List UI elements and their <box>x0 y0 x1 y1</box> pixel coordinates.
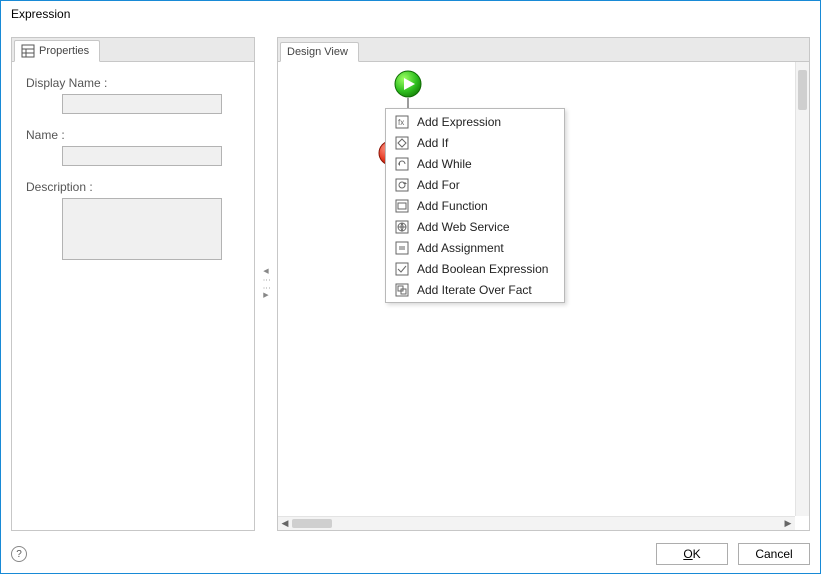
while-icon <box>394 156 409 171</box>
scroll-right-icon[interactable]: ▶ <box>783 519 793 529</box>
window-title: Expression <box>11 7 70 21</box>
menu-item-add-assignment[interactable]: Add Assignment <box>386 237 564 258</box>
vertical-scrollbar[interactable] <box>795 62 809 516</box>
menu-item-label: Add Assignment <box>417 241 504 255</box>
menu-item-label: Add If <box>417 136 448 150</box>
svg-text:fx: fx <box>398 118 404 127</box>
menu-item-add-function[interactable]: Add Function <box>386 195 564 216</box>
horizontal-scroll-thumb[interactable] <box>292 519 332 528</box>
menu-item-add-for[interactable]: Add For <box>386 174 564 195</box>
menu-item-add-web-service[interactable]: Add Web Service <box>386 216 564 237</box>
web-service-icon <box>394 219 409 234</box>
title-bar: Expression <box>1 1 820 27</box>
properties-panel: Properties Display Name : Name : Descrip… <box>11 37 255 531</box>
boolean-icon <box>394 261 409 276</box>
menu-item-add-iterate-over-fact[interactable]: Add Iterate Over Fact <box>386 279 564 300</box>
design-canvas[interactable]: fx Add Expression Add If <box>278 62 795 516</box>
properties-body: Display Name : Name : Description : <box>12 62 254 530</box>
properties-tab-strip: Properties <box>12 38 254 62</box>
chevron-left-icon: ◀ <box>263 268 268 276</box>
menu-item-label: Add Function <box>417 199 488 213</box>
expression-icon: fx <box>394 114 409 129</box>
properties-icon <box>21 44 35 58</box>
expression-dialog: Expression Properties <box>0 0 821 574</box>
tab-design-view-label: Design View <box>287 46 348 58</box>
display-name-input[interactable] <box>62 94 222 114</box>
ok-suffix: K <box>693 547 701 561</box>
field-display-name: Display Name : <box>24 76 242 114</box>
name-label: Name : <box>24 128 242 142</box>
chevron-right-icon: ▶ <box>263 292 268 300</box>
menu-item-label: Add While <box>417 157 472 171</box>
if-icon <box>394 135 409 150</box>
dialog-content: Properties Display Name : Name : Descrip… <box>1 27 820 537</box>
menu-item-label: Add For <box>417 178 460 192</box>
assignment-icon <box>394 240 409 255</box>
tab-properties[interactable]: Properties <box>14 40 100 62</box>
tab-design-view[interactable]: Design View <box>280 42 359 62</box>
start-node-icon[interactable] <box>394 70 422 98</box>
tab-properties-label: Properties <box>39 45 89 57</box>
name-input[interactable] <box>62 146 222 166</box>
menu-item-label: Add Web Service <box>417 220 510 234</box>
menu-item-label: Add Expression <box>417 115 501 129</box>
menu-item-add-boolean-expression[interactable]: Add Boolean Expression <box>386 258 564 279</box>
description-label: Description : <box>24 180 242 194</box>
design-panel: Design View <box>277 37 810 531</box>
context-menu: fx Add Expression Add If <box>385 108 565 303</box>
grip-dots-icon: ⋮⋮ <box>264 276 268 292</box>
menu-item-label: Add Boolean Expression <box>417 262 548 276</box>
design-tab-strip: Design View <box>278 38 809 62</box>
design-body: fx Add Expression Add If <box>278 62 809 530</box>
menu-item-add-expression[interactable]: fx Add Expression <box>386 111 564 132</box>
vertical-scroll-thumb[interactable] <box>798 70 807 110</box>
splitter-handle[interactable]: ◀ ⋮⋮ ▶ <box>263 37 269 531</box>
description-input[interactable] <box>62 198 222 260</box>
menu-item-label: Add Iterate Over Fact <box>417 283 532 297</box>
field-name: Name : <box>24 128 242 166</box>
function-icon <box>394 198 409 213</box>
cancel-button[interactable]: Cancel <box>738 543 810 565</box>
menu-item-add-while[interactable]: Add While <box>386 153 564 174</box>
button-bar: ? OK Cancel <box>1 537 820 573</box>
iterate-icon <box>394 282 409 297</box>
display-name-label: Display Name : <box>24 76 242 90</box>
help-icon[interactable]: ? <box>11 546 27 562</box>
for-icon <box>394 177 409 192</box>
horizontal-scrollbar[interactable]: ◀ ▶ <box>278 516 795 530</box>
ok-button[interactable]: OK <box>656 543 728 565</box>
menu-item-add-if[interactable]: Add If <box>386 132 564 153</box>
scroll-left-icon[interactable]: ◀ <box>280 519 290 529</box>
field-description: Description : <box>24 180 242 263</box>
